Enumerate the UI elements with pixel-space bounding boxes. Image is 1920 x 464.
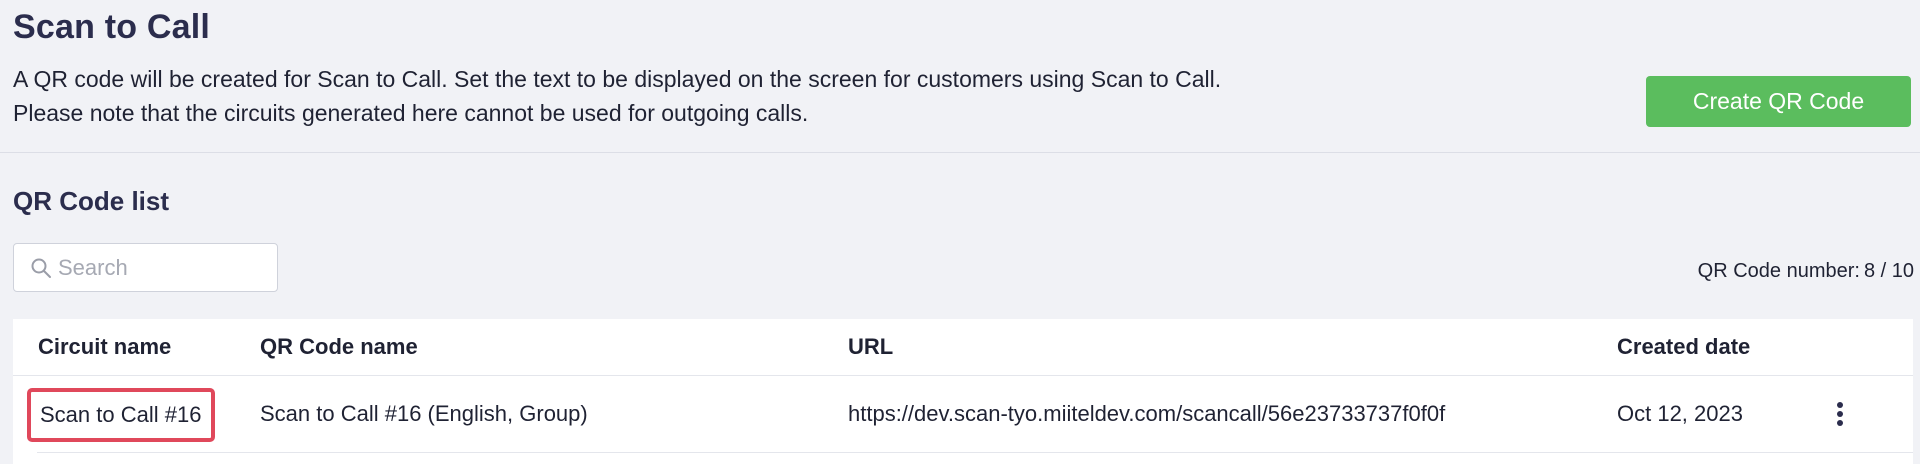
column-header-created-date[interactable]: Created date	[1617, 319, 1750, 375]
page-header: Scan to Call A QR code will be created f…	[0, 0, 1920, 153]
page-description: A QR code will be created for Scan to Ca…	[13, 62, 1221, 130]
qr-code-count-value: 8 / 10	[1863, 260, 1914, 282]
page-title: Scan to Call	[13, 8, 211, 46]
circuit-name: Scan to Call #16	[40, 402, 202, 427]
column-header-circuit-name[interactable]: Circuit name	[38, 319, 171, 375]
search-input[interactable]	[58, 244, 273, 291]
qr-code-count-label: QR Code number:	[1697, 260, 1860, 282]
qr-code-list-title: QR Code list	[13, 186, 170, 216]
search-box[interactable]	[13, 243, 278, 292]
row-divider	[37, 452, 1913, 453]
create-qr-code-button[interactable]: Create QR Code	[1646, 76, 1911, 127]
search-icon	[31, 258, 51, 278]
qr-code-table: Circuit name QR Code name URL Created da…	[13, 319, 1913, 464]
description-line-2: Please note that the circuits generated …	[13, 100, 809, 126]
url-cell[interactable]: https://dev.scan-tyo.miiteldev.com/scanc…	[848, 376, 1445, 452]
table-row[interactable]: Scan to Call #16 Scan to Call #16 (Engli…	[13, 376, 1913, 452]
scan-to-call-page: Scan to Call A QR code will be created f…	[0, 0, 1920, 464]
column-header-qr-code-name[interactable]: QR Code name	[260, 319, 418, 375]
qr-code-name-cell: Scan to Call #16 (English, Group)	[260, 401, 588, 426]
column-header-url[interactable]: URL	[848, 319, 893, 375]
qr-code-count: QR Code number: 8 / 10	[1698, 260, 1914, 283]
more-vertical-icon[interactable]	[1828, 400, 1852, 428]
created-date-cell: Oct 12, 2023	[1617, 401, 1743, 426]
description-line-1: A QR code will be created for Scan to Ca…	[13, 66, 1222, 92]
circuit-name-cell[interactable]: Scan to Call #16	[27, 388, 215, 442]
